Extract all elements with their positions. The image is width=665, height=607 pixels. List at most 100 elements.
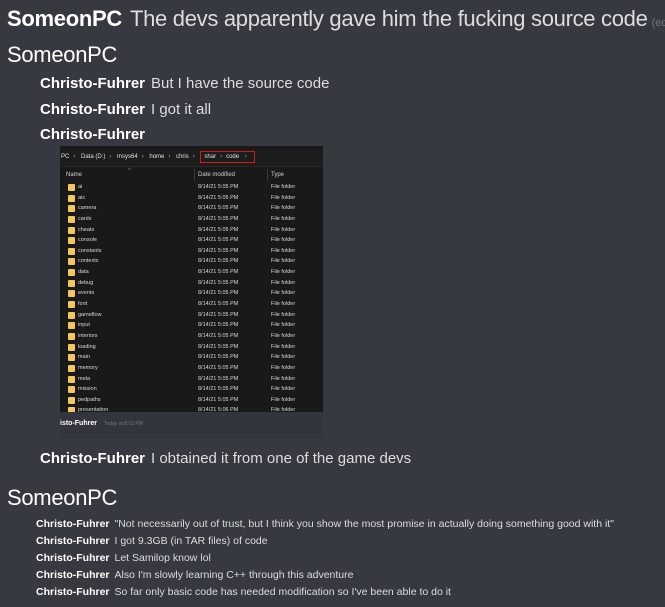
file-type: File folder xyxy=(271,396,296,403)
folder-icon xyxy=(68,205,75,213)
column-divider xyxy=(267,169,268,181)
column-header: ^ Name Date modified Type xyxy=(60,166,323,182)
file-name: mission xyxy=(78,386,97,393)
file-date: 8/14/21 5:05 PM xyxy=(198,386,239,393)
file-row: debug 8/14/21 5:05 PM File folder xyxy=(60,278,323,289)
message-row: Christo-Fuhrer I got it all xyxy=(40,101,211,118)
file-date: 8/14/21 5:05 PM xyxy=(198,301,239,308)
edited-label: (edited) xyxy=(651,17,665,29)
folder-icon xyxy=(68,364,75,372)
file-type: File folder xyxy=(271,301,296,308)
file-date: 8/14/21 5:05 PM xyxy=(198,205,239,212)
message-text: I got 9.3GB (in TAR files) of code xyxy=(114,535,268,547)
breadcrumb-item: chris xyxy=(176,154,189,160)
file-date: 8/14/21 5:05 PM xyxy=(198,343,239,350)
folder-icon xyxy=(68,269,75,277)
file-name: ai xyxy=(78,184,83,190)
message-row: Christo-Fuhrer So far only basic code has… xyxy=(36,586,451,598)
chevron-right-icon: › xyxy=(220,154,223,160)
file-name: interiors xyxy=(78,332,98,339)
message-author[interactable]: Christo-Fuhrer xyxy=(36,552,110,564)
file-date: 8/14/21 5:05 PM xyxy=(198,215,239,222)
file-row: font 8/14/21 5:05 PM File folder xyxy=(60,299,323,310)
message-author[interactable]: Christo-Fuhrer xyxy=(36,586,110,598)
file-name: camera xyxy=(78,205,97,212)
file-row: memory 8/14/21 5:05 PM File folder xyxy=(60,363,323,374)
file-type: File folder xyxy=(271,184,296,190)
file-type: File folder xyxy=(271,279,296,286)
message-author[interactable]: Christo-Fuhrer xyxy=(36,569,110,581)
file-row: cheats 8/14/21 5:05 PM File folder xyxy=(60,225,323,236)
folder-icon xyxy=(68,301,75,309)
message-author[interactable]: Christo-Fuhrer xyxy=(40,450,145,467)
file-name: memory xyxy=(78,364,98,371)
file-type: File folder xyxy=(271,205,296,212)
message-author[interactable]: SomeonPC xyxy=(7,42,117,67)
message-author[interactable]: Christo-Fuhrer xyxy=(40,75,145,92)
file-type: File folder xyxy=(271,322,296,329)
file-row: interiors 8/14/21 5:05 PM File folder xyxy=(60,331,323,342)
file-name: console xyxy=(78,237,97,244)
file-name: cards xyxy=(78,215,92,222)
file-date: 8/14/21 5:05 PM xyxy=(198,290,239,297)
message-row: Christo-Fuhrer I got 9.3GB (in TAR files)… xyxy=(36,535,268,547)
file-type: File folder xyxy=(271,386,296,393)
file-name: debug xyxy=(78,279,94,286)
file-name: pedpaths xyxy=(78,396,101,403)
folder-icon xyxy=(68,322,75,330)
file-type: File folder xyxy=(271,354,296,361)
file-name: font xyxy=(78,301,88,308)
file-date: 8/14/21 5:05 PM xyxy=(198,194,239,201)
file-row: input 8/14/21 5:05 PM File folder xyxy=(60,320,323,331)
file-date: 8/14/21 5:05 PM xyxy=(198,258,239,265)
breadcrumb-item: code xyxy=(226,154,240,160)
message-author[interactable]: SomeonPC xyxy=(7,6,122,31)
file-name: contexts xyxy=(78,258,99,265)
message-text: I got it all xyxy=(151,101,212,118)
message-author[interactable]: Christo-Fuhrer xyxy=(40,126,145,143)
chevron-right-icon: › xyxy=(109,154,112,160)
chevron-right-icon: › xyxy=(73,154,76,160)
file-row: contexts 8/14/21 5:05 PM File folder xyxy=(60,256,323,267)
message-row: SomeonPC The devs apparently gave him the… xyxy=(7,6,665,32)
message-row: SomeonPC xyxy=(7,42,117,68)
file-row: main 8/14/21 5:05 PM File folder xyxy=(60,352,323,363)
message-author[interactable]: Christo-Fuhrer xyxy=(36,518,110,530)
file-date: 8/14/21 5:05 PM xyxy=(198,322,239,329)
folder-icon xyxy=(68,194,75,202)
file-date: 8/14/21 5:05 PM xyxy=(198,332,239,339)
embed-footer: isto-Fuhrer Today at 8:53 PM xyxy=(60,412,323,438)
file-date: 8/14/21 5:05 PM xyxy=(198,279,239,286)
file-row: console 8/14/21 5:05 PM File folder xyxy=(60,235,323,246)
folder-icon xyxy=(68,247,75,255)
file-row: pedpaths 8/14/21 5:05 PM File folder xyxy=(60,395,323,406)
file-row: camera 8/14/21 5:05 PM File folder xyxy=(60,203,323,214)
message-text: I obtained it from one of the game devs xyxy=(151,450,412,467)
embedded-screenshot[interactable]: PC › Data (D:) › msys64 › home › chris › shar… xyxy=(60,146,323,438)
message-row: Christo-Fuhrer But I have the source code xyxy=(40,75,329,92)
file-row: mission 8/14/21 5:05 PM File folder xyxy=(60,384,323,395)
breadcrumb-item: Data (D:) xyxy=(81,154,106,160)
message-author[interactable]: SomeonPC xyxy=(7,485,117,510)
embed-timestamp: Today at 8:53 PM xyxy=(104,421,143,427)
folder-icon xyxy=(68,396,75,404)
folder-icon xyxy=(68,343,75,351)
message-text: So far only basic code has needed modifi… xyxy=(114,586,451,598)
breadcrumb-item: msys64 xyxy=(117,154,138,160)
breadcrumb-highlight-box: shar › code › xyxy=(200,151,255,163)
message-author[interactable]: Christo-Fuhrer xyxy=(36,535,110,547)
file-type: File folder xyxy=(271,375,296,382)
breadcrumb: PC › Data (D:) › msys64 › home › chris › shar… xyxy=(60,149,323,165)
file-name: main xyxy=(78,354,90,361)
folder-icon xyxy=(68,375,75,383)
folder-icon xyxy=(68,226,75,234)
file-row: events 8/14/21 5:05 PM File folder xyxy=(60,288,323,299)
file-name: meta xyxy=(78,375,91,382)
file-type: File folder xyxy=(271,332,296,339)
file-explorer-window: PC › Data (D:) › msys64 › home › chris › shar… xyxy=(60,146,323,412)
file-date: 8/14/21 5:05 PM xyxy=(198,375,239,382)
folder-icon xyxy=(68,258,75,266)
message-author[interactable]: Christo-Fuhrer xyxy=(40,101,145,118)
file-name: data xyxy=(78,269,89,276)
message-text: "Not necessarily out of trust, but I thi… xyxy=(114,518,614,530)
